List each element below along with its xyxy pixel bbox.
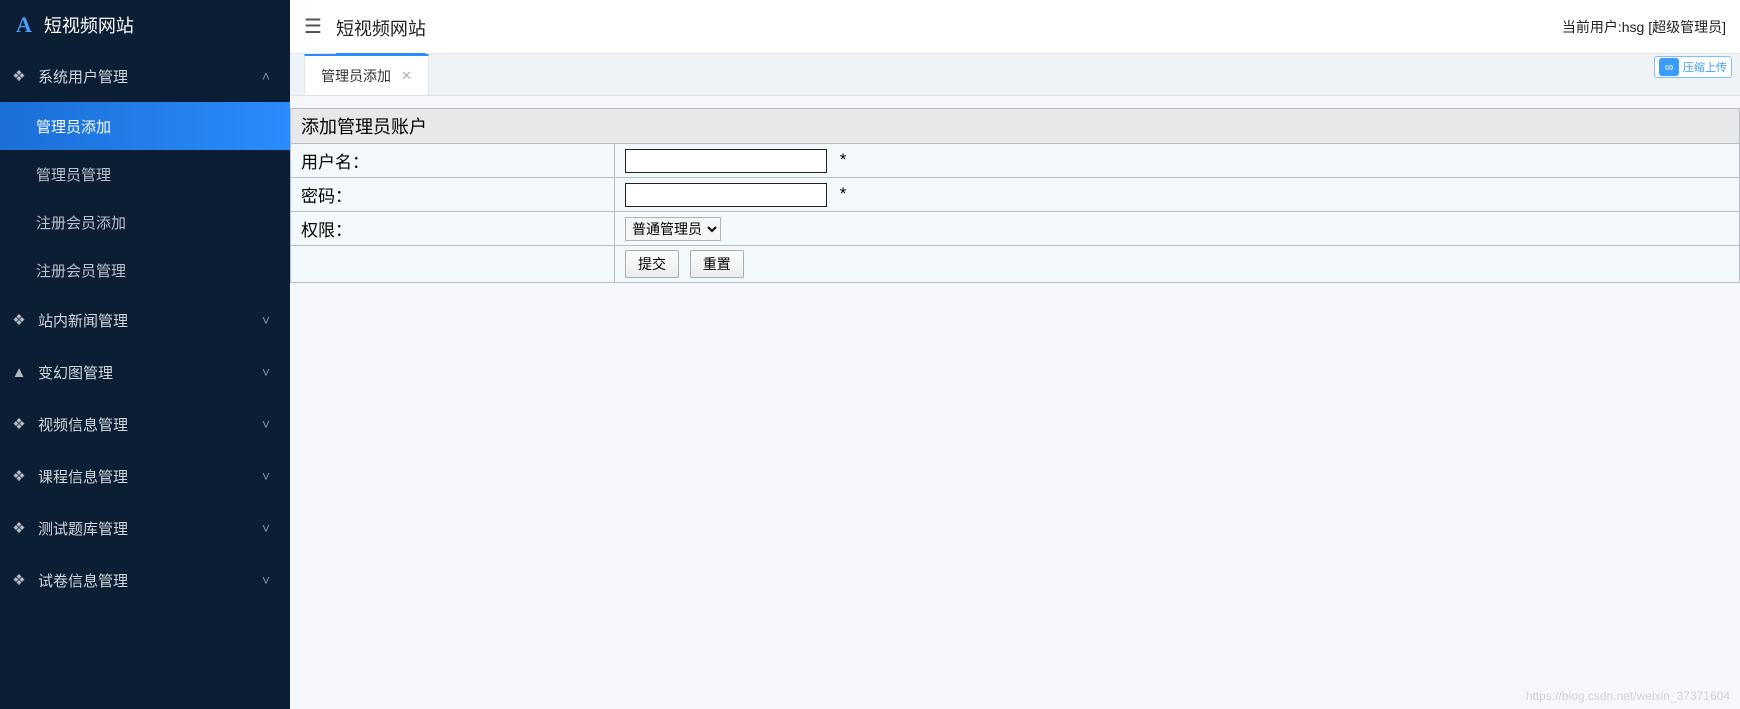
reset-button[interactable]: 重置 bbox=[690, 250, 744, 278]
hamburger-icon[interactable]: ☰ bbox=[304, 14, 322, 39]
sidebar-item-member-add[interactable]: 注册会员添加 bbox=[0, 198, 290, 246]
sidebar-submenu-system-users: 管理员添加 管理员管理 注册会员添加 注册会员管理 bbox=[0, 102, 290, 294]
sidebar-group-news[interactable]: ❖ 站内新闻管理 ˅ bbox=[0, 294, 290, 346]
sidebar-item-member-manage[interactable]: 注册会员管理 bbox=[0, 246, 290, 294]
tab-admin-add[interactable]: 管理员添加 ✕ bbox=[304, 54, 429, 95]
current-user-label: 当前用户:hsg [超级管理员] bbox=[1562, 17, 1726, 37]
chevron-down-icon: ˅ bbox=[262, 572, 270, 588]
sidebar-group-label: 视频信息管理 bbox=[38, 414, 252, 435]
sidebar-group-exam[interactable]: ❖ 试卷信息管理 ˅ bbox=[0, 554, 290, 606]
role-label: 权限： bbox=[291, 212, 615, 246]
upload-badge[interactable]: ∞ 压缩上传 bbox=[1654, 56, 1732, 78]
close-icon[interactable]: ✕ bbox=[401, 68, 412, 84]
form-pane: 添加管理员账户 用户名： * 密码： * 权限： 普通管理员 bbox=[290, 96, 1740, 709]
sidebar-group-video[interactable]: ❖ 视频信息管理 ˅ bbox=[0, 398, 290, 450]
submit-button[interactable]: 提交 bbox=[625, 250, 679, 278]
chevron-down-icon: ˅ bbox=[262, 468, 270, 484]
username-cell: * bbox=[615, 144, 1740, 178]
username-input[interactable] bbox=[625, 149, 827, 173]
breadcrumb: 短视频网站 bbox=[336, 15, 426, 55]
sidebar-group-label: 站内新闻管理 bbox=[38, 310, 252, 331]
sidebar-item-admin-manage[interactable]: 管理员管理 bbox=[0, 150, 290, 198]
chevron-down-icon: ˅ bbox=[262, 364, 270, 380]
cloud-icon: ∞ bbox=[1659, 58, 1679, 76]
required-mark: * bbox=[840, 150, 847, 169]
sidebar-item-admin-add[interactable]: 管理员添加 bbox=[0, 102, 290, 150]
form-header: 添加管理员账户 bbox=[291, 109, 1740, 144]
cube-icon: ❖ bbox=[10, 67, 28, 85]
chevron-down-icon: ˅ bbox=[262, 312, 270, 328]
password-input[interactable] bbox=[625, 183, 827, 207]
cube-icon: ❖ bbox=[10, 311, 28, 329]
required-mark: * bbox=[840, 184, 847, 203]
role-select[interactable]: 普通管理员 bbox=[625, 217, 721, 241]
logo-icon: A bbox=[16, 12, 32, 38]
cube-icon: ❖ bbox=[10, 519, 28, 537]
sidebar-group-course[interactable]: ❖ 课程信息管理 ˅ bbox=[0, 450, 290, 502]
upload-badge-label: 压缩上传 bbox=[1683, 59, 1727, 75]
chevron-up-icon: ˄ bbox=[262, 68, 270, 84]
cube-icon: ❖ bbox=[10, 571, 28, 589]
sidebar-group-system-users[interactable]: ❖ 系统用户管理 ˄ bbox=[0, 50, 290, 102]
main-content: ☰ 短视频网站 当前用户:hsg [超级管理员] ∞ 压缩上传 管理员添加 ✕ … bbox=[290, 0, 1740, 709]
sidebar-group-label: 试卷信息管理 bbox=[38, 570, 252, 591]
empty-label-cell bbox=[291, 246, 615, 283]
topbar: ☰ 短视频网站 当前用户:hsg [超级管理员] bbox=[290, 0, 1740, 54]
username-label: 用户名： bbox=[291, 144, 615, 178]
chevron-down-icon: ˅ bbox=[262, 520, 270, 536]
role-cell: 普通管理员 bbox=[615, 212, 1740, 246]
tab-bar: 管理员添加 ✕ bbox=[290, 54, 1740, 96]
sidebar-group-quiz[interactable]: ❖ 测试题库管理 ˅ bbox=[0, 502, 290, 554]
cube-icon: ❖ bbox=[10, 467, 28, 485]
sidebar-header: A 短视频网站 bbox=[0, 0, 290, 50]
sidebar-group-label: 测试题库管理 bbox=[38, 518, 252, 539]
buttons-cell: 提交 重置 bbox=[615, 246, 1740, 283]
admin-add-form-table: 添加管理员账户 用户名： * 密码： * 权限： 普通管理员 bbox=[290, 108, 1740, 283]
chevron-down-icon: ˅ bbox=[262, 416, 270, 432]
sidebar: A 短视频网站 ❖ 系统用户管理 ˄ 管理员添加 管理员管理 注册会员添加 注册… bbox=[0, 0, 290, 709]
password-cell: * bbox=[615, 178, 1740, 212]
sidebar-group-carousel[interactable]: ▲ 变幻图管理 ˅ bbox=[0, 346, 290, 398]
cube-icon: ❖ bbox=[10, 415, 28, 433]
sidebar-group-label: 变幻图管理 bbox=[38, 362, 252, 383]
sidebar-title: 短视频网站 bbox=[44, 12, 134, 38]
password-label: 密码： bbox=[291, 178, 615, 212]
sidebar-group-label: 课程信息管理 bbox=[38, 466, 252, 487]
sidebar-group-label: 系统用户管理 bbox=[38, 66, 252, 87]
user-icon: ▲ bbox=[10, 364, 28, 381]
tab-label: 管理员添加 bbox=[321, 66, 391, 86]
